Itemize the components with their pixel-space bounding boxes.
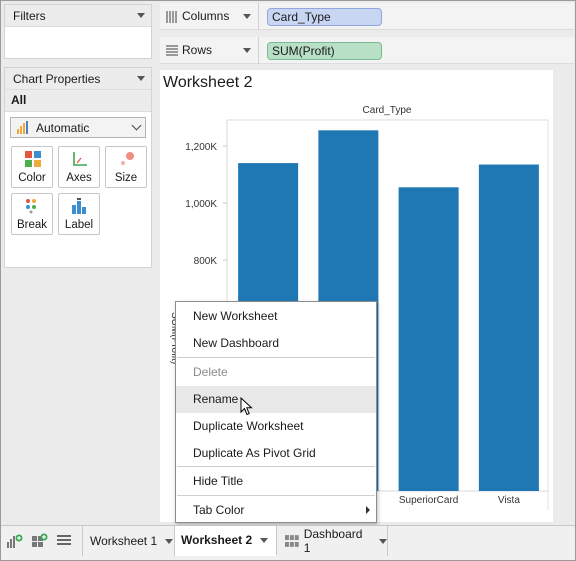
chart-properties-header[interactable]: Chart Properties	[5, 68, 151, 90]
bar-chart-icon	[17, 121, 28, 134]
x-category-label: SuperiorCard	[399, 495, 458, 506]
break-button[interactable]: Break	[11, 193, 53, 235]
menu-item-duplicate-as-pivot-grid[interactable]: Duplicate As Pivot Grid	[176, 440, 376, 467]
x-category-label: Vista	[498, 495, 520, 506]
rows-label: Rows	[182, 43, 213, 57]
break-icon	[26, 199, 36, 214]
submenu-arrow-icon	[366, 506, 370, 514]
menu-item-label: Tab Color	[193, 503, 245, 517]
columns-divider	[258, 3, 259, 30]
chevron-down-icon	[131, 120, 142, 131]
axes-button[interactable]: Axes	[58, 146, 100, 188]
size-button[interactable]: Size	[105, 146, 147, 188]
new-dashboard-icon[interactable]	[32, 533, 48, 548]
color-button[interactable]: Color	[11, 146, 53, 188]
mark-type-select[interactable]: Automatic	[10, 117, 146, 138]
menu-separator	[177, 357, 375, 358]
bar-3[interactable]	[478, 164, 539, 491]
rows-divider	[258, 37, 259, 64]
y-tick-label: 1,000K	[185, 199, 217, 210]
menu-item-rename[interactable]: Rename	[176, 386, 376, 413]
y-tick-label: 800K	[194, 256, 218, 267]
color-icon	[25, 151, 41, 167]
menu-item-new-worksheet[interactable]: New Worksheet	[176, 303, 376, 330]
tab-worksheet-2-label: Worksheet 2	[181, 533, 253, 547]
context-menu: New Worksheet New Dashboard Delete Rename Du…	[175, 301, 377, 523]
tab-worksheet-2-caret-icon[interactable]	[260, 537, 269, 543]
x-labels: SuperiorCard Vista	[399, 495, 520, 506]
chart-properties-title: Chart Properties	[13, 71, 101, 86]
color-button-label: Color	[18, 172, 46, 184]
columns-pill-card-type[interactable]: Card_Type	[267, 8, 382, 26]
menu-item-hide-title[interactable]: Hide Title	[176, 468, 376, 495]
menu-item-label: Rename	[193, 392, 239, 406]
tab-dashboard-1-label: Dashboard 1	[303, 527, 363, 555]
break-button-label: Break	[16, 219, 48, 231]
tab-worksheet-1-caret-icon[interactable]	[165, 538, 174, 544]
bar-2[interactable]	[398, 187, 459, 491]
menu-item-label: New Worksheet	[193, 309, 278, 323]
sheet-list-icon[interactable]	[57, 535, 71, 546]
all-marks-label: All	[5, 90, 151, 112]
menu-item-label: New Dashboard	[193, 336, 280, 350]
axes-icon	[73, 152, 87, 166]
label-button[interactable]: Label	[58, 193, 100, 235]
mark-type-value: Automatic	[36, 120, 90, 135]
tab-dashboard-1[interactable]: Dashboard 1	[277, 526, 388, 556]
new-worksheet-icon[interactable]	[7, 534, 23, 548]
menu-item-label: Hide Title	[193, 474, 244, 488]
sheet-tab-bar: Worksheet 1 Worksheet 2 Dashboard 1	[1, 525, 575, 560]
y-ticks: 800K 1,000K 1,200K	[185, 142, 227, 267]
menu-item-label: Duplicate As Pivot Grid	[193, 446, 316, 460]
rows-pill-sum-profit[interactable]: SUM(Profit)	[267, 42, 382, 60]
menu-item-label: Duplicate Worksheet	[193, 419, 304, 433]
filters-header[interactable]: Filters	[5, 5, 151, 27]
label-button-label: Label	[64, 219, 94, 231]
tab-worksheet-1-label: Worksheet 1	[90, 534, 158, 548]
columns-grip-icon	[166, 11, 177, 23]
columns-label: Columns	[182, 9, 230, 23]
menu-item-new-dashboard[interactable]: New Dashboard	[176, 330, 376, 357]
chart-properties-caret-icon[interactable]	[137, 76, 145, 81]
columns-caret-icon[interactable]	[243, 14, 251, 19]
column-header: Card_Type	[363, 105, 412, 116]
dashboard-icon	[285, 535, 299, 547]
size-icon	[121, 152, 134, 165]
menu-item-duplicate-worksheet[interactable]: Duplicate Worksheet	[176, 413, 376, 440]
tab-worksheet-2[interactable]: Worksheet 2	[175, 526, 277, 556]
filters-caret-icon[interactable]	[137, 13, 145, 18]
tab-dashboard-1-caret-icon[interactable]	[379, 538, 387, 544]
tab-worksheet-1[interactable]: Worksheet 1	[82, 526, 175, 556]
filters-panel: Filters	[4, 4, 152, 59]
mouse-pointer-icon	[240, 397, 253, 416]
size-button-label: Size	[114, 172, 138, 184]
rows-caret-icon[interactable]	[243, 48, 251, 53]
menu-separator	[177, 495, 375, 496]
y-tick-label: 1,200K	[185, 142, 217, 153]
chart-properties-panel: Chart Properties All Automatic Color Axe…	[4, 67, 152, 268]
filters-title: Filters	[13, 8, 46, 23]
rows-grip-icon	[166, 45, 178, 56]
rows-shelf[interactable]: Rows SUM(Profit)	[160, 37, 574, 64]
menu-item-delete: Delete	[176, 359, 376, 386]
menu-item-label: Delete	[193, 365, 228, 379]
menu-item-tab-color[interactable]: Tab Color	[176, 497, 376, 524]
columns-shelf[interactable]: Columns Card_Type	[160, 3, 574, 30]
label-icon	[72, 198, 86, 214]
axes-button-label: Axes	[66, 172, 92, 184]
